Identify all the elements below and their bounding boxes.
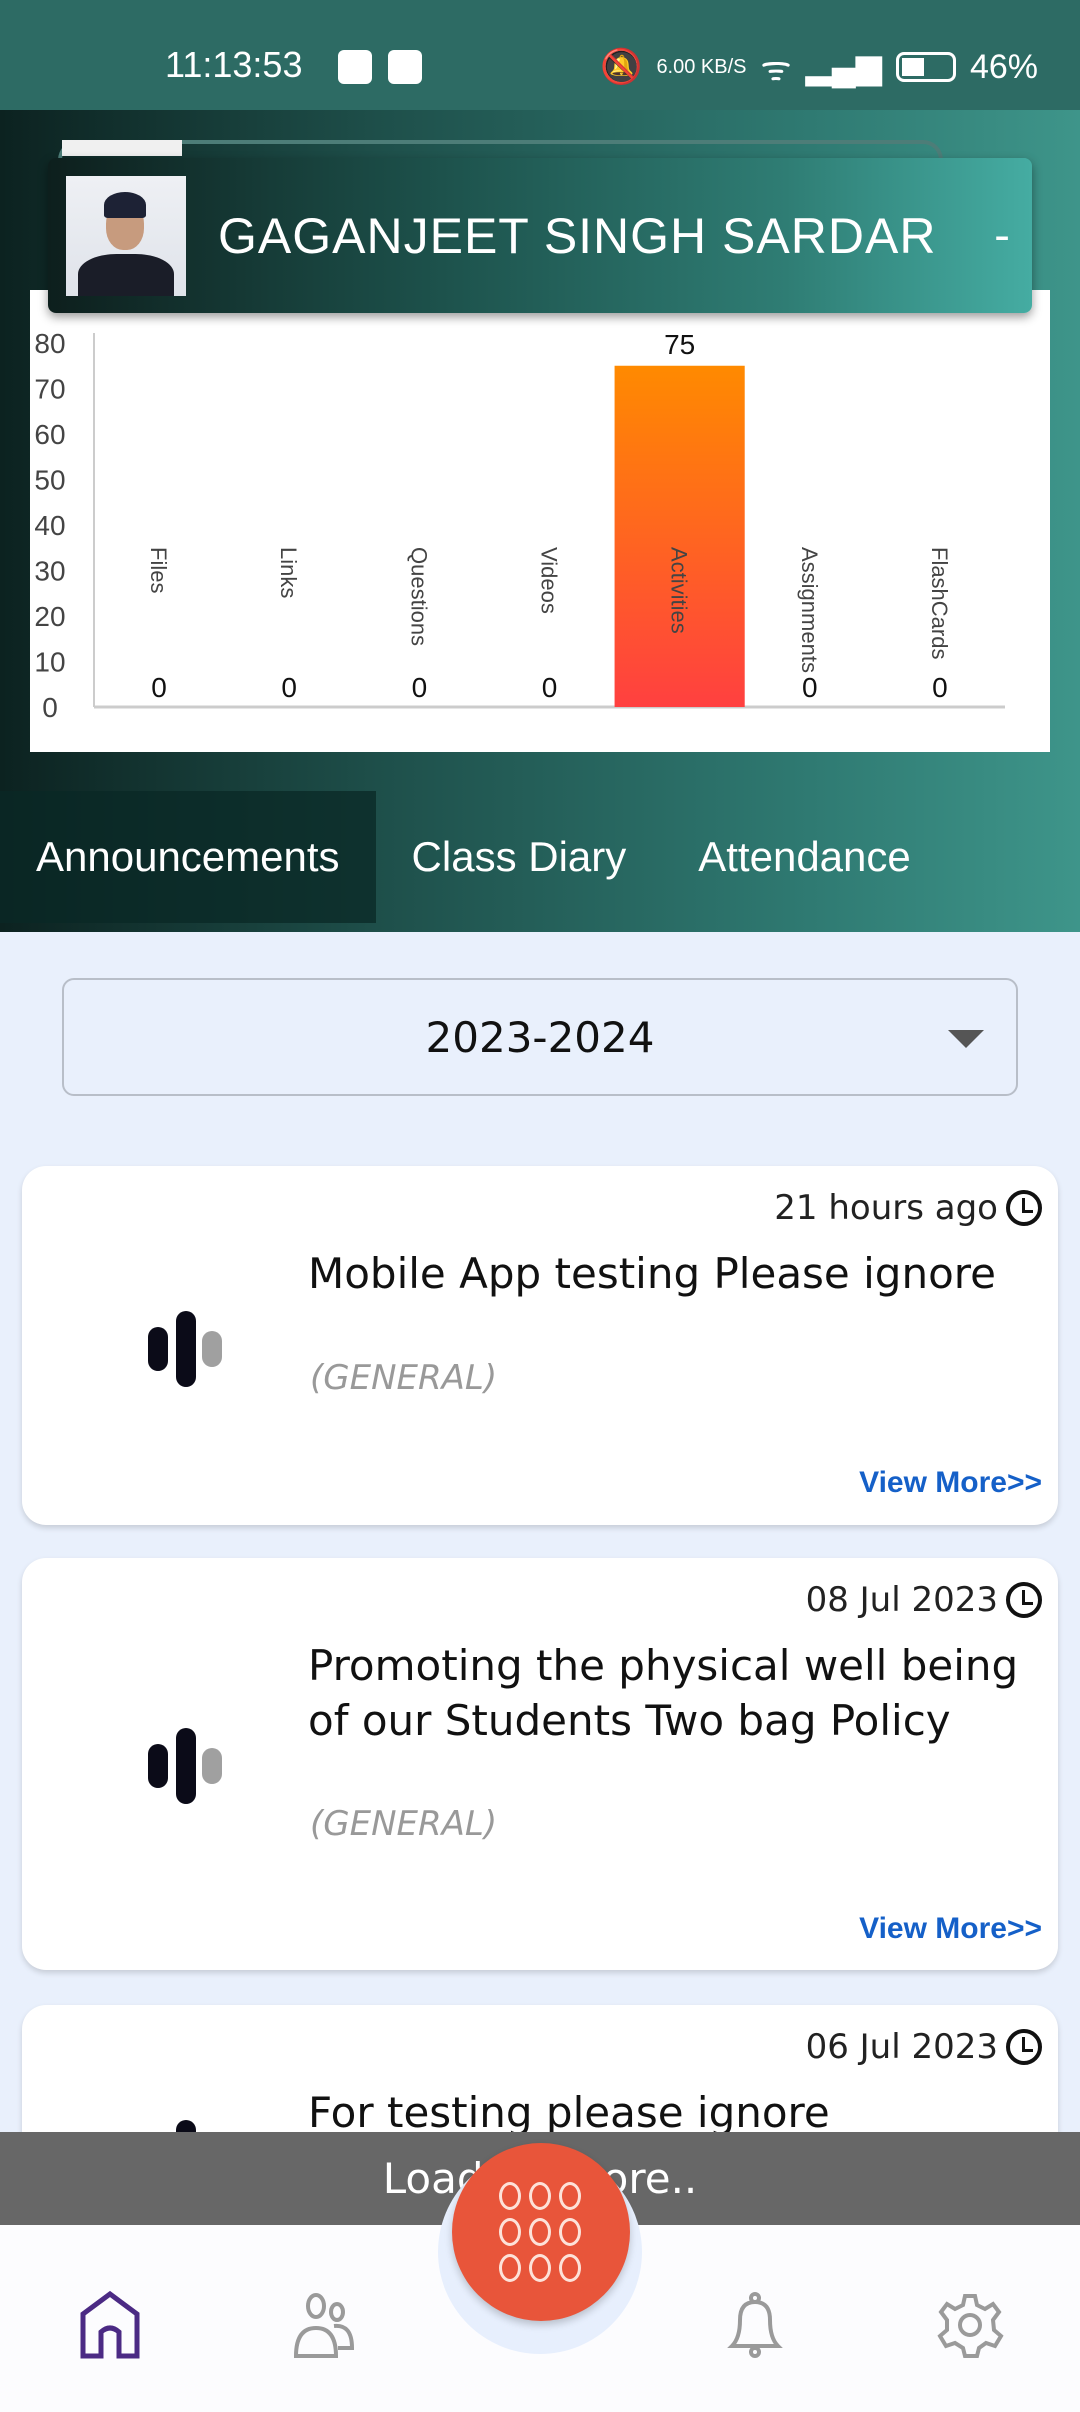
y-tick-label: 60 xyxy=(34,419,65,450)
announcement-category: (GENERAL) xyxy=(310,1358,498,1398)
announcement-date: 06 Jul 2023 xyxy=(805,2027,998,2067)
apps-icon xyxy=(499,2182,521,2210)
category-label: Questions xyxy=(406,547,431,646)
activity-bar-chart: 0 10 20 30 40 50 60 70 80 0 Files 0 Links 0 Questions 0… xyxy=(34,328,1005,723)
app-notification-icon xyxy=(388,50,422,84)
category-label: FlashCards xyxy=(927,547,952,659)
clock-icon xyxy=(1006,1190,1042,1226)
tab-announcements[interactable]: Announcements xyxy=(0,791,376,923)
tab-class-diary[interactable]: Class Diary xyxy=(376,791,663,923)
announcement-card[interactable]: 21 hours ago Mobile App testing Please i… xyxy=(22,1166,1058,1525)
y-tick-label: 20 xyxy=(34,601,65,632)
data-label: 0 xyxy=(412,672,428,703)
category-label: Assignments xyxy=(797,547,822,673)
y-tick-label: 40 xyxy=(34,510,65,541)
profile-suffix: - xyxy=(994,210,1010,261)
y-tick-label: 80 xyxy=(34,328,65,359)
y-tick-label: 70 xyxy=(34,374,65,405)
chevron-down-icon xyxy=(948,1030,984,1048)
activity-chart-card: 0 10 20 30 40 50 60 70 80 0 Files 0 Links 0 Questions 0… xyxy=(30,290,1050,752)
status-right: 🔕 6.00 KB/S ᯤ ▂▄▆ 46% xyxy=(600,44,1038,90)
announcement-card[interactable]: 08 Jul 2023 Promoting the physical well … xyxy=(22,1558,1058,1970)
settings-icon[interactable] xyxy=(935,2290,1005,2360)
view-more-link[interactable]: View More>> xyxy=(859,1466,1042,1500)
year-select[interactable]: 2023-2024 xyxy=(62,978,1018,1096)
category-label: Videos xyxy=(537,547,562,614)
clock-icon xyxy=(1006,1582,1042,1618)
year-value: 2023-2024 xyxy=(425,1012,655,1062)
signal-icon: ▂▄▆ xyxy=(805,48,882,86)
status-bar: 11:13:53 🔕 6.00 KB/S ᯤ ▂▄▆ 46% xyxy=(0,0,1080,110)
data-label: 0 xyxy=(802,672,818,703)
announcement-title: Promoting the physical well being of our… xyxy=(308,1641,1019,1745)
announcement-icon xyxy=(126,1728,222,1804)
mute-icon: 🔕 xyxy=(600,48,643,86)
home-icon[interactable] xyxy=(75,2290,145,2360)
category-label: Activities xyxy=(667,547,692,634)
y-tick-label: 0 xyxy=(42,692,58,723)
net-speed: 6.00 KB/S xyxy=(656,55,747,78)
bar-activities xyxy=(614,365,745,707)
status-time: 11:13:53 xyxy=(165,44,303,85)
users-icon[interactable] xyxy=(290,2290,360,2360)
announcement-title: Mobile App testing Please ignore xyxy=(308,1249,996,1298)
data-label: 0 xyxy=(281,672,297,703)
y-tick-label: 50 xyxy=(34,465,65,496)
avatar xyxy=(66,175,186,296)
profile-card[interactable]: GAGANJEET SINGH SARDAR - xyxy=(48,158,1032,313)
category-label: Files xyxy=(146,547,171,593)
announcement-date: 21 hours ago xyxy=(774,1188,998,1228)
bell-icon[interactable] xyxy=(720,2290,790,2360)
notification-icon xyxy=(338,50,372,84)
battery-level: 46% xyxy=(969,47,1038,86)
wifi-icon: ᯤ xyxy=(760,50,792,88)
y-tick-label: 30 xyxy=(34,556,65,587)
announcement-category: (GENERAL) xyxy=(310,1804,498,1844)
data-label: 0 xyxy=(932,672,948,703)
view-more-link[interactable]: View More>> xyxy=(859,1912,1042,1946)
data-label: 0 xyxy=(542,672,558,703)
battery-icon xyxy=(895,52,956,82)
data-label: 75 xyxy=(664,329,695,360)
tab-bar: Announcements Class Diary Attendance xyxy=(0,782,1080,932)
apps-menu-button[interactable] xyxy=(452,2143,630,2321)
tab-attendance[interactable]: Attendance xyxy=(662,791,947,923)
y-tick-label: 10 xyxy=(34,647,65,678)
data-label: 0 xyxy=(151,672,167,703)
clock-icon xyxy=(1006,2029,1042,2065)
announcement-date: 08 Jul 2023 xyxy=(805,1580,998,1620)
announcement-icon xyxy=(126,1311,222,1387)
profile-name: GAGANJEET SINGH SARDAR xyxy=(218,207,937,264)
category-label: Links xyxy=(276,547,301,598)
